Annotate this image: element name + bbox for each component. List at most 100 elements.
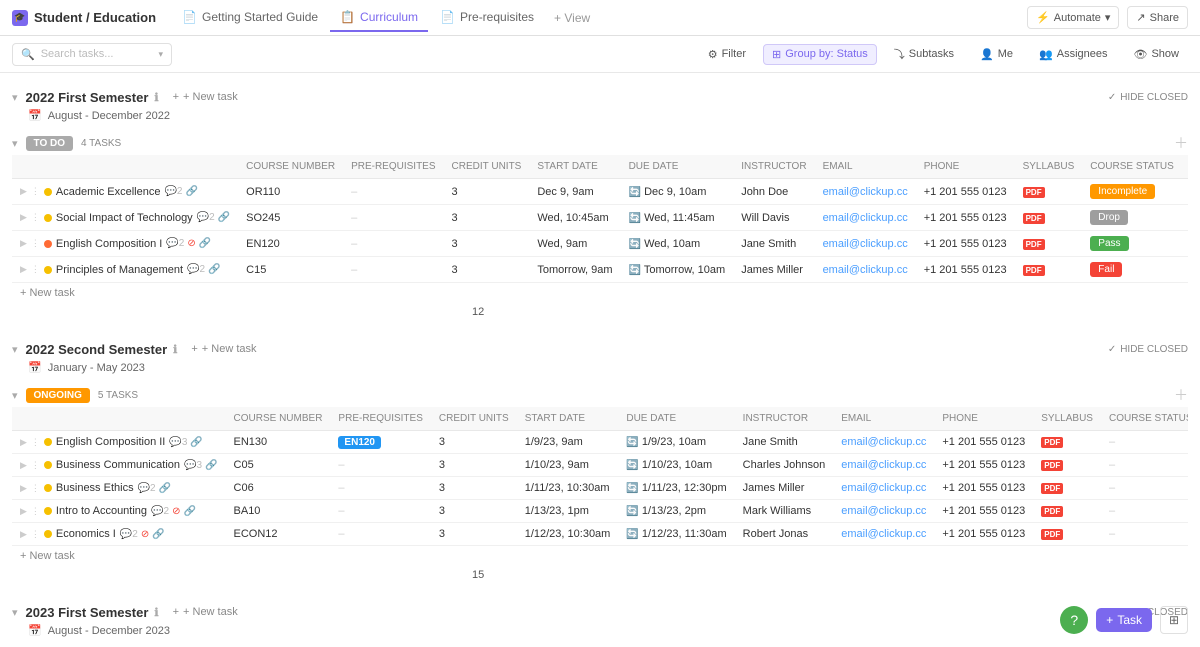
table-2022-first: COURSE NUMBER PRE-REQUISITES CREDIT UNIT… <box>12 155 1188 321</box>
email-cell: email@clickup.cc <box>833 431 934 454</box>
start-date-cell: 1/9/23, 9am <box>517 431 619 454</box>
table-row: ▶ ⋮ Intro to Accounting 💬2⊘🔗 BA10 – 3 1/… <box>12 500 1188 523</box>
filter-btn[interactable]: ⚙ Filter <box>699 44 755 65</box>
task-name-text[interactable]: Business Communication <box>56 459 180 471</box>
comment-icon[interactable]: 💬2 <box>187 264 205 275</box>
automate-btn[interactable]: ⚡ Automate ▾ <box>1027 6 1119 29</box>
section-toggle-second[interactable]: ▾ <box>12 343 18 356</box>
help-btn[interactable]: ? <box>1060 606 1088 634</box>
check-icon: ✓ <box>1108 92 1116 103</box>
section-info-icon-2023[interactable]: ℹ <box>154 606 158 619</box>
instructor-cell: James Miller <box>733 257 814 283</box>
comment-icon[interactable]: 💬2 <box>164 186 182 197</box>
add-task-floating-btn[interactable]: + Task <box>1096 608 1152 632</box>
task-name-text[interactable]: Social Impact of Technology <box>56 212 193 224</box>
add-row-first[interactable]: + New task <box>12 283 1188 303</box>
link-icon[interactable]: 🔗 <box>159 483 171 494</box>
drag-icon: ⋮ <box>31 238 40 249</box>
link-icon[interactable]: 🔗 <box>208 264 220 275</box>
course-number-cell: SO245 <box>238 205 343 231</box>
comment-icon[interactable]: 💬2 <box>151 506 169 517</box>
start-date-cell: 1/12/23, 10:30am <box>517 523 619 546</box>
recur-icon: 🔄 <box>626 506 638 517</box>
share-icon: ↗ <box>1136 11 1145 24</box>
credits-cell: 3 <box>444 231 530 257</box>
section-toggle[interactable]: ▾ <box>12 91 18 104</box>
comment-icon[interactable]: 💬2 <box>197 212 215 223</box>
expand-icon[interactable]: ▶ <box>20 264 27 275</box>
task-name-text[interactable]: Business Ethics <box>56 482 134 494</box>
new-task-btn-2023[interactable]: + + New task <box>167 604 244 620</box>
th-phone: PHONE <box>916 155 1015 179</box>
task-name-text[interactable]: Intro to Accounting <box>56 505 147 517</box>
th-task-s <box>12 407 226 431</box>
link-icon[interactable]: 🔗 <box>205 460 217 471</box>
comment-icon[interactable]: 💬3 <box>169 437 187 448</box>
drag-icon: ⋮ <box>31 460 40 471</box>
add-column-btn-second[interactable]: ＋ <box>1174 385 1188 405</box>
expand-btn[interactable]: ⊞ <box>1160 606 1188 634</box>
add-row-second[interactable]: + New task <box>12 546 1188 566</box>
due-date-cell: 🔄 Wed, 11:45am <box>621 205 734 231</box>
expand-icon[interactable]: ▶ <box>20 506 27 517</box>
expand-icon[interactable]: ▶ <box>20 437 27 448</box>
expand-icon[interactable]: ▶ <box>20 186 27 197</box>
task-name-text[interactable]: Academic Excellence <box>56 186 161 198</box>
expand-icon[interactable]: ▶ <box>20 212 27 223</box>
link-icon[interactable]: 🔗 <box>186 186 198 197</box>
expand-icon[interactable]: ▶ <box>20 529 27 540</box>
new-task-btn-first[interactable]: + + New task <box>167 89 244 105</box>
due-date-cell: 🔄 1/13/23, 2pm <box>618 500 734 523</box>
instructor-cell: Robert Jonas <box>735 523 834 546</box>
hide-closed-btn-second[interactable]: ✓ HIDE CLOSED <box>1108 344 1188 355</box>
todo-toggle[interactable]: ▾ <box>12 137 18 150</box>
instructor-cell: James Miller <box>735 477 834 500</box>
comment-icon[interactable]: 💬2 <box>166 238 184 249</box>
link-icon[interactable]: 🔗 <box>218 212 230 223</box>
tab-curriculum[interactable]: 📋 Curriculum <box>330 4 428 32</box>
new-task-btn-second[interactable]: + + New task <box>185 341 262 357</box>
link-icon[interactable]: 🔗 <box>152 529 164 540</box>
table-row: ▶ ⋮ Business Ethics 💬2🔗 C06 – 3 1/11/23,… <box>12 477 1188 500</box>
section-info-icon-second[interactable]: ℹ <box>173 343 177 356</box>
calendar-icon-2023: 📅 <box>28 624 42 637</box>
task-name-text[interactable]: English Composition II <box>56 436 165 448</box>
section-info-icon[interactable]: ℹ <box>154 91 158 104</box>
me-btn[interactable]: 👤 Me <box>971 44 1022 65</box>
task-name-text[interactable]: English Composition I <box>56 238 162 250</box>
link-icon[interactable]: 🔗 <box>183 506 195 517</box>
tab-getting-started[interactable]: 📄 Getting Started Guide <box>172 4 328 32</box>
link-icon[interactable]: 🔗 <box>190 437 202 448</box>
show-btn[interactable]: 👁 Show <box>1125 44 1189 65</box>
section-toggle-2023[interactable]: ▾ <box>12 606 18 619</box>
comment-icon[interactable]: 💬3 <box>184 460 202 471</box>
task-name-text[interactable]: Principles of Management <box>56 264 183 276</box>
tab-pre-requisites[interactable]: 📄 Pre-requisites <box>430 4 544 32</box>
search-box[interactable]: 🔍 Search tasks... ▾ <box>12 43 172 66</box>
th-start-s: START DATE <box>517 407 619 431</box>
expand-icon[interactable]: ▶ <box>20 238 27 249</box>
task-name-cell: ▶ ⋮ Business Communication 💬3🔗 <box>12 454 226 477</box>
add-view-btn[interactable]: + View <box>546 5 598 31</box>
task-name-text[interactable]: Economics I <box>56 528 116 540</box>
drag-icon: ⋮ <box>31 506 40 517</box>
todo-header-2023: ▾ TO DO 4 TASKS ＋ <box>12 643 1188 647</box>
hide-closed-btn-first[interactable]: ✓ HIDE CLOSED <box>1108 92 1188 103</box>
group-by-btn[interactable]: ⊞ Group by: Status <box>763 44 877 65</box>
share-btn[interactable]: ↗ Share <box>1127 6 1188 29</box>
expand-icon[interactable]: ▶ <box>20 460 27 471</box>
th-prereq: PRE-REQUISITES <box>343 155 443 179</box>
assignees-btn[interactable]: 👥 Assignees <box>1030 44 1116 65</box>
ongoing-toggle[interactable]: ▾ <box>12 389 18 402</box>
email-cell: email@clickup.cc <box>833 477 934 500</box>
subtasks-btn[interactable]: ⤵ Subtasks <box>885 42 963 66</box>
expand-icon[interactable]: ▶ <box>20 483 27 494</box>
section-title-second: 2022 Second Semester ℹ <box>26 342 178 357</box>
comment-icon[interactable]: 💬2 <box>138 483 156 494</box>
add-column-btn[interactable]: ＋ <box>1174 133 1188 153</box>
comment-icon[interactable]: 💬2 <box>120 529 138 540</box>
th-semester: SEMESTER COMPL... <box>1182 155 1188 179</box>
link-icon[interactable]: 🔗 <box>199 238 211 249</box>
nav-tabs: 📄 Getting Started Guide 📋 Curriculum 📄 P… <box>172 4 1027 32</box>
pdf-icon: PDF <box>1023 239 1045 250</box>
